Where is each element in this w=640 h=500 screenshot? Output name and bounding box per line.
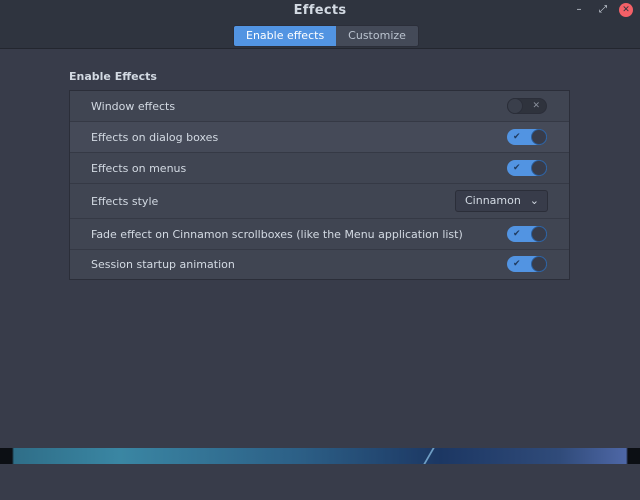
- tab-enable-effects[interactable]: Enable effects: [234, 26, 337, 46]
- minimize-icon[interactable]: –: [572, 3, 586, 17]
- setting-row-effects-style: Effects style Cinnamon ⌄: [70, 184, 569, 219]
- effects-window: Effects – ⤢ ✕ Enable effects Customize E…: [0, 0, 640, 500]
- setting-label: Effects on dialog boxes: [91, 131, 219, 144]
- settings-panel: Window effects ✕ Effects on dialog boxes…: [69, 90, 570, 280]
- chevron-down-icon: ⌄: [529, 194, 539, 207]
- tab-bar: Enable effects Customize: [233, 25, 419, 47]
- switch-knob: [531, 226, 547, 242]
- check-icon: ✔: [513, 229, 521, 239]
- dropdown-value: Cinnamon: [465, 194, 521, 207]
- check-icon: ✔: [513, 259, 521, 269]
- dialog-effects-switch[interactable]: ✔: [507, 129, 547, 145]
- titlebar: Effects – ⤢ ✕ Enable effects Customize: [0, 0, 640, 49]
- check-icon: ✔: [513, 132, 521, 142]
- startup-animation-switch[interactable]: ✔: [507, 256, 547, 272]
- tab-customize[interactable]: Customize: [336, 26, 418, 46]
- setting-row-fade-effect: Fade effect on Cinnamon scrollboxes (lik…: [70, 219, 569, 250]
- window-effects-switch[interactable]: ✕: [507, 98, 547, 114]
- setting-row-dialog-effects: Effects on dialog boxes ✔: [70, 122, 569, 153]
- setting-label: Window effects: [91, 100, 176, 113]
- switch-knob: [507, 98, 523, 114]
- setting-label: Effects on menus: [91, 162, 187, 175]
- switch-knob: [531, 256, 547, 272]
- setting-row-menu-effects: Effects on menus ✔: [70, 153, 569, 184]
- desktop-background-strip: [0, 448, 640, 464]
- window-title: Effects: [293, 3, 347, 18]
- fade-effect-switch[interactable]: ✔: [507, 226, 547, 242]
- effects-style-dropdown[interactable]: Cinnamon ⌄: [455, 190, 548, 212]
- close-icon[interactable]: ✕: [619, 3, 633, 17]
- setting-row-startup-animation: Session startup animation ✔: [70, 250, 569, 279]
- switch-knob: [531, 129, 547, 145]
- setting-label: Effects style: [91, 195, 159, 208]
- section-title: Enable Effects: [69, 70, 157, 83]
- switch-knob: [531, 160, 547, 176]
- setting-label: Fade effect on Cinnamon scrollboxes (lik…: [91, 228, 463, 241]
- maximize-icon[interactable]: ⤢: [596, 3, 610, 17]
- setting-row-window-effects: Window effects ✕: [70, 91, 569, 122]
- cross-icon: ✕: [532, 101, 540, 111]
- menu-effects-switch[interactable]: ✔: [507, 160, 547, 176]
- check-icon: ✔: [513, 163, 521, 173]
- setting-label: Session startup animation: [91, 258, 235, 271]
